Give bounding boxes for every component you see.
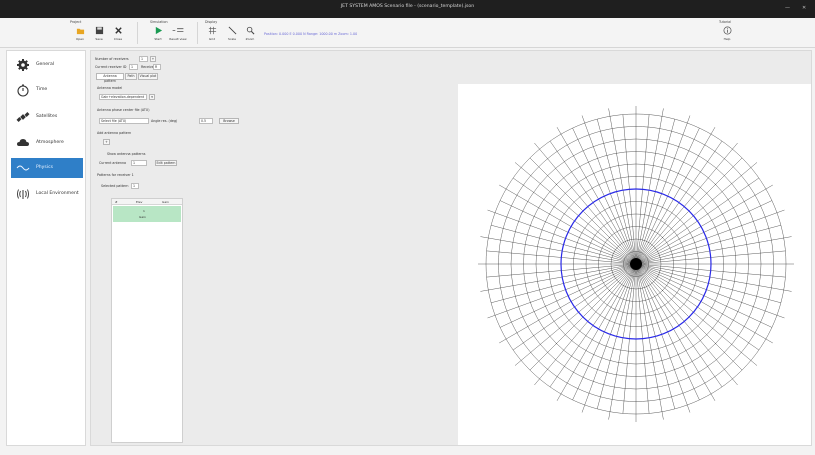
scale-button[interactable]: Scale [225, 26, 239, 46]
current-receiver-field[interactable]: 1 [129, 64, 138, 70]
table-cell-value: Gain [139, 215, 146, 219]
table-header-cell: Gain [162, 200, 169, 204]
start-label: Start [154, 37, 162, 41]
table-cell-id: 1 [143, 209, 145, 213]
help-label: Help [723, 37, 731, 41]
sidebar-item-general[interactable]: General [11, 55, 83, 75]
cloud-icon [17, 139, 29, 146]
save-label: Save [95, 37, 103, 41]
browse-button[interactable]: Browse [219, 118, 239, 124]
grid-button[interactable]: Grid [205, 26, 219, 46]
ruler-icon [228, 26, 236, 35]
sidebar-item-label: Local Environment [36, 191, 79, 196]
grid-label: Grid [208, 37, 216, 41]
gear-icon [17, 59, 29, 71]
table-header: # Elev Gain [112, 199, 182, 205]
ribbon-separator [197, 22, 198, 44]
antenna-pattern-plot[interactable] [458, 84, 811, 445]
close-project-button[interactable]: Close [111, 26, 125, 46]
close-window-button[interactable]: ✕ [802, 5, 806, 11]
physics-form: Number of receivers 1 + Current receiver… [91, 51, 239, 445]
main-panel: Number of receivers 1 + Current receiver… [90, 50, 812, 446]
tab-visual-plot[interactable]: Visual plot [138, 73, 158, 80]
selected-pattern-label: Selected pattern [101, 184, 129, 188]
open-button[interactable]: Open [73, 26, 87, 46]
help-button[interactable]: Help [720, 26, 734, 46]
angle-res-field[interactable]: 0.5 [199, 118, 213, 124]
start-button[interactable]: Start [151, 26, 165, 46]
antenna-model-label: Antenna model [97, 86, 123, 90]
antenna-model-select[interactable]: Gain+elevation-dependent [99, 94, 147, 100]
sidebar-item-atmosphere[interactable]: Atmosphere [11, 133, 83, 153]
magnify-icon [246, 26, 254, 35]
current-antenna-label: Current antenna [99, 161, 127, 165]
zoom-button[interactable]: Zoom [243, 26, 257, 46]
satellite-icon [16, 112, 30, 122]
sidebar-item-local-environment[interactable]: Local Environment [11, 184, 83, 204]
tab-path[interactable]: Path [125, 73, 137, 80]
sidebar-item-time[interactable]: Time [11, 80, 83, 100]
window-titlebar: JET SYSTEM AMOS Scenario file - (scenari… [0, 0, 815, 18]
pattern-table: # Elev Gain 1 Gain [111, 198, 183, 443]
edit-pattern-button[interactable]: Edit pattern [155, 160, 177, 166]
ribbon-toolbar: Project Open Save Close Simulation Start… [0, 18, 815, 48]
zoom-label: Zoom [245, 37, 255, 41]
add-pattern-button[interactable]: + [103, 139, 110, 145]
polar-plot-svg [478, 106, 794, 422]
atx-file-field[interactable]: Select file (ATX) [99, 118, 149, 124]
current-antenna-field[interactable]: 1 [131, 160, 147, 166]
sidebar-item-label: Satellites [36, 114, 58, 119]
num-receivers-label: Number of receivers [95, 57, 129, 61]
ribbon-separator [137, 22, 138, 44]
result-view-button[interactable]: Result view [167, 26, 189, 46]
window-title: JET SYSTEM AMOS Scenario file - (scenari… [340, 4, 475, 9]
num-receivers-stepper[interactable]: + [150, 56, 156, 62]
patterns-for-receiver-label: Patterns for receiver 1 [97, 173, 134, 177]
folder-open-icon [76, 28, 84, 35]
receiver-field[interactable]: R [153, 64, 161, 70]
play-icon [155, 26, 162, 35]
table-row[interactable]: 1 Gain [113, 206, 181, 222]
sidebar-item-label: General [36, 62, 55, 67]
antenna-icon [17, 189, 29, 199]
table-header-cell: # [115, 200, 118, 204]
save-icon [95, 26, 103, 35]
atx-file-label: Antenna phase center file (ATX) [97, 108, 150, 112]
plot-center-dot [630, 258, 642, 270]
num-receivers-field[interactable]: 1 [139, 56, 148, 62]
grid-icon [208, 26, 216, 35]
table-header-cell: Elev [136, 200, 143, 204]
sidebar-item-label: Physics [36, 165, 53, 170]
result-view-icon [172, 28, 184, 32]
add-pattern-label: Add antenna pattern [97, 131, 132, 135]
group-title-simulation: Simulation [150, 20, 168, 24]
info-icon [723, 26, 731, 35]
sidebar-item-physics[interactable]: Physics [11, 158, 83, 178]
tab-antenna-pattern[interactable]: Antenna pattern [96, 73, 124, 83]
stopwatch-icon [17, 84, 29, 97]
close-label: Close [113, 37, 123, 41]
minimize-button[interactable]: — [785, 5, 790, 11]
current-receiver-label: Current receiver ID [95, 65, 127, 69]
save-button[interactable]: Save [92, 26, 106, 46]
open-label: Open [75, 37, 84, 41]
scale-label: Scale [227, 37, 237, 41]
display-info-text: Position: 0.000 E 0.000 N Range: 1000.00… [264, 32, 358, 36]
sidebar-item-label: Time [36, 87, 48, 92]
physics-icon [16, 165, 30, 171]
group-title-display: Display [205, 20, 218, 24]
result-view-label: Result view [169, 37, 187, 41]
group-title-project: Project [70, 20, 82, 24]
sidebar-item-satellites[interactable]: Satellites [11, 107, 83, 127]
antenna-model-dropdown[interactable]: ▾ [149, 94, 155, 100]
sidebar-item-label: Atmosphere [36, 140, 64, 145]
selected-pattern-field[interactable]: 1 [131, 183, 139, 189]
close-icon [114, 27, 122, 34]
show-patterns-label: Show antenna patterns [107, 152, 146, 156]
group-title-tutorial: Tutorial [719, 20, 732, 24]
angle-res-label: Angle res. (deg) [151, 119, 178, 123]
sidebar: General Time Satellites Atmosphere Physi… [6, 50, 86, 446]
